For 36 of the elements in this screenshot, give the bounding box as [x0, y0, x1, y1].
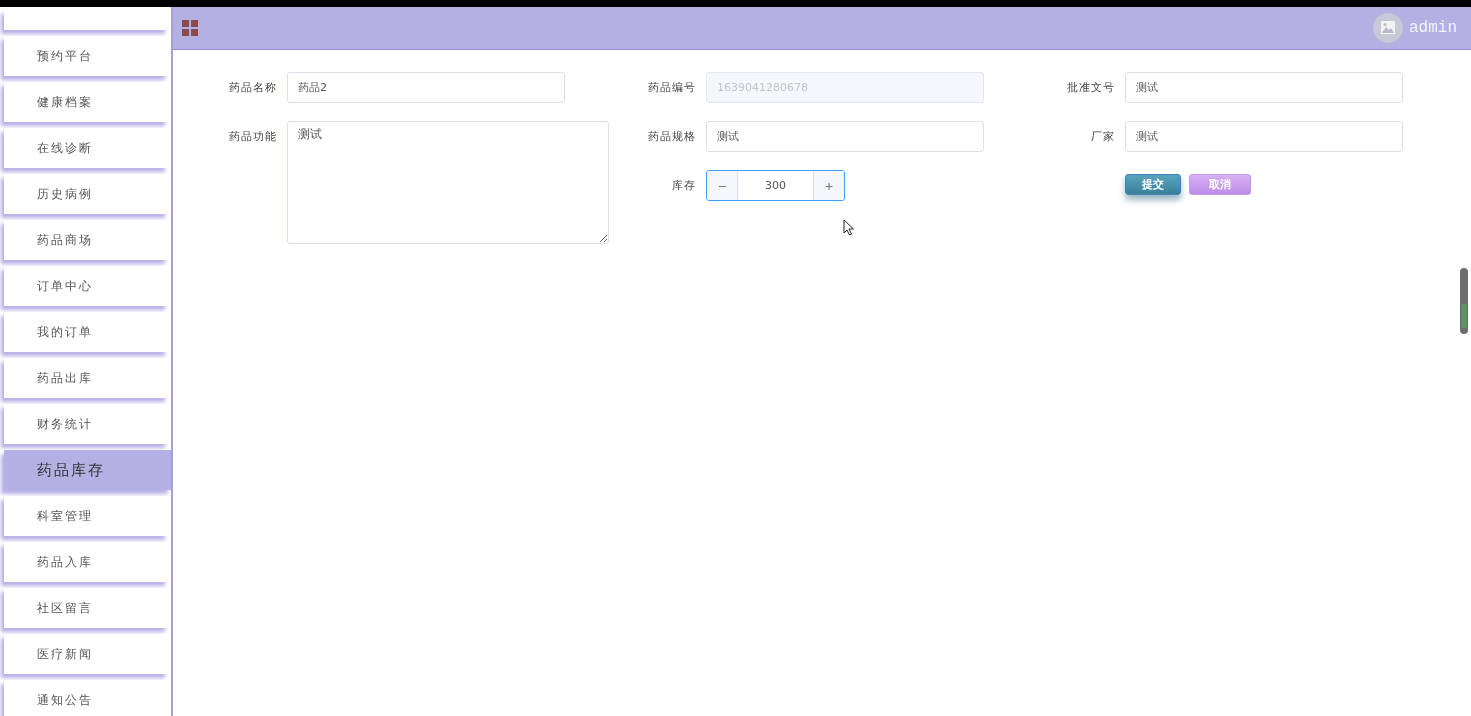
- field-label: 药品功能: [228, 129, 277, 145]
- sidebar-item[interactable]: 药品入库: [4, 542, 168, 582]
- sidebar-item[interactable]: 财务统计: [4, 404, 168, 444]
- sidebar-item[interactable]: 我的订单: [4, 312, 168, 352]
- field-label: 药品规格: [647, 129, 696, 145]
- increment-button[interactable]: +: [813, 171, 844, 200]
- field-label: 库存: [671, 178, 696, 194]
- avatar-image-icon[interactable]: [1373, 13, 1403, 43]
- text-field[interactable]: 测试: [1125, 72, 1403, 103]
- field-label: 药品编号: [647, 80, 696, 96]
- sidebar-item[interactable]: 通知公告: [4, 680, 168, 716]
- sidebar-item[interactable]: 健康档案: [4, 82, 168, 122]
- sidebar-item[interactable]: 药品出库: [4, 358, 168, 398]
- mouse-pointer-icon: [843, 219, 855, 236]
- submit-button[interactable]: 提交: [1125, 174, 1181, 195]
- sidebar-item[interactable]: 订单中心: [4, 266, 168, 306]
- sidebar-item[interactable]: 历史病例: [4, 174, 168, 214]
- sidebar-item[interactable]: 在线诊断: [4, 128, 168, 168]
- text-field[interactable]: 测试: [1125, 121, 1403, 152]
- scrollbar-thumb[interactable]: [1459, 268, 1469, 334]
- text-area[interactable]: 测试: [287, 121, 609, 244]
- field-label: 批准文号: [1066, 80, 1115, 96]
- number-value[interactable]: 300: [738, 171, 813, 200]
- decrement-button[interactable]: −: [707, 171, 738, 200]
- sidebar-item[interactable]: 社区留言: [4, 588, 168, 628]
- sidebar-item[interactable]: 科室管理: [4, 496, 168, 536]
- sidebar-item[interactable]: 预约平台: [4, 36, 168, 76]
- sidebar-item[interactable]: 药品商场: [4, 220, 168, 260]
- text-field[interactable]: 测试: [706, 121, 984, 152]
- sidebar-item[interactable]: 药品库存: [4, 450, 171, 490]
- field-label: 药品名称: [228, 80, 277, 96]
- sidebar-item[interactable]: 医疗新闻: [4, 634, 168, 674]
- grid-icon[interactable]: [182, 20, 198, 36]
- field-label: 厂家: [1090, 129, 1115, 145]
- text-field[interactable]: 药品2: [287, 72, 565, 103]
- number-stepper[interactable]: − 300 +: [706, 170, 845, 201]
